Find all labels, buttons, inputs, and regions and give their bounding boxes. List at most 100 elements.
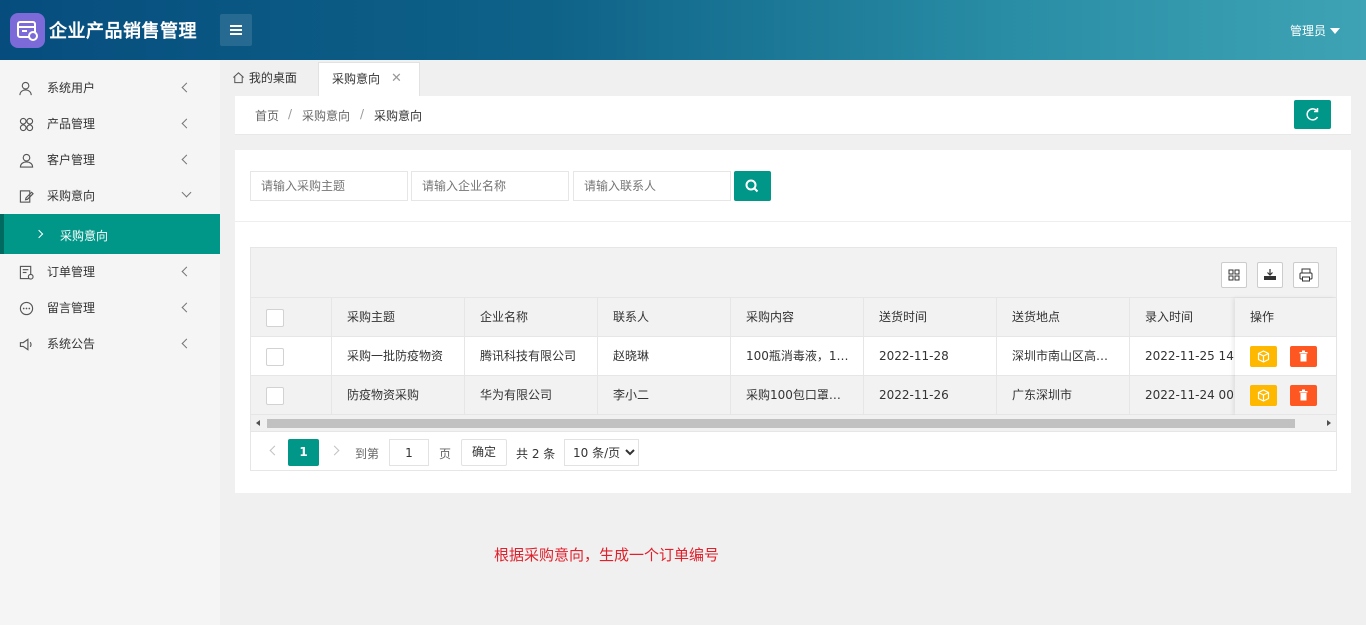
menu-toggle-button[interactable] [220, 14, 252, 46]
table-header: 采购主题 企业名称 联系人 采购内容 送货时间 送货地点 录入时间 [251, 298, 1336, 337]
caret-down-icon [1330, 28, 1340, 34]
row-checkbox[interactable] [266, 387, 284, 405]
prev-page-icon[interactable] [269, 445, 280, 456]
user-name: 管理员 [1289, 24, 1326, 38]
breadcrumb-separator: / [360, 107, 365, 121]
chevron-left-icon [181, 302, 192, 313]
scroll-thumb[interactable] [267, 419, 1295, 428]
table-cell: 采购100包口罩… [731, 376, 864, 414]
hamburger-icon [230, 25, 242, 27]
table-cell: 赵晓琳 [598, 337, 731, 375]
row-checkbox[interactable] [266, 348, 284, 366]
sidebar-item-messages[interactable]: 留言管理 [0, 290, 220, 326]
column-header-ops: 操作 [1235, 298, 1336, 337]
print-button[interactable] [1293, 262, 1319, 288]
pagination: 1 到第 页 确定 共 2 条 10 条/页 [251, 433, 1336, 471]
app-title: 企业产品销售管理 [49, 21, 197, 42]
delete-button[interactable] [1290, 346, 1317, 367]
sidebar-item-users[interactable]: 系统用户 [0, 70, 220, 106]
top-header: 企业产品销售管理 管理员 [0, 0, 1366, 60]
search-icon [745, 179, 759, 193]
chevron-left-icon [181, 266, 192, 277]
select-all-checkbox[interactable] [266, 309, 284, 327]
sidebar-item-announcements[interactable]: 系统公告 [0, 326, 220, 362]
customer-icon [19, 153, 34, 168]
chevron-down-icon [181, 187, 192, 198]
print-icon [1299, 268, 1313, 282]
user-menu[interactable]: 管理员 [1290, 22, 1340, 39]
tab-purchase-intent[interactable]: 采购意向 ✕ [318, 62, 420, 96]
refresh-button[interactable] [1294, 100, 1331, 129]
table-row[interactable]: 采购一批防疫物资 腾讯科技有限公司 赵晓琳 100瓶消毒液，1… 2022-11… [251, 337, 1336, 376]
column-header[interactable]: 采购内容 [731, 298, 864, 336]
table-cell: 华为有限公司 [465, 376, 598, 414]
data-table: 采购主题 企业名称 联系人 采购内容 送货时间 送货地点 录入时间 采购一批防疫… [250, 247, 1337, 471]
scroll-left-icon[interactable] [256, 420, 260, 426]
table-cell: 防疫物资采购 [332, 376, 465, 414]
export-button[interactable] [1257, 262, 1283, 288]
app-logo-icon [10, 13, 45, 48]
table-row[interactable]: 防疫物资采购 华为有限公司 李小二 采购100包口罩… 2022-11-26 广… [251, 376, 1336, 415]
current-page-button[interactable]: 1 [288, 439, 319, 466]
horizontal-scrollbar[interactable] [251, 415, 1336, 432]
order-icon [19, 265, 34, 280]
subject-search-input[interactable] [250, 171, 408, 201]
page-unit-label: 页 [439, 447, 452, 461]
breadcrumb-current: 采购意向 [374, 109, 423, 123]
generate-order-button[interactable] [1250, 385, 1277, 406]
chevron-left-icon [181, 118, 192, 129]
column-header[interactable]: 企业名称 [465, 298, 598, 336]
grid-icon [1228, 269, 1240, 281]
tab-bar: 我的桌面 采购意向 ✕ [220, 60, 1366, 96]
cube-icon [1257, 350, 1270, 363]
chevron-left-icon [181, 82, 192, 93]
column-header[interactable]: 采购主题 [332, 298, 465, 336]
total-count: 共 2 条 [516, 447, 556, 461]
divider [235, 221, 1351, 222]
confirm-goto-button[interactable]: 确定 [461, 439, 507, 466]
columns-filter-button[interactable] [1221, 262, 1247, 288]
sidebar-item-customers[interactable]: 客户管理 [0, 142, 220, 178]
product-icon [19, 117, 34, 132]
table-toolbar [251, 248, 1336, 298]
column-header[interactable]: 联系人 [598, 298, 731, 336]
user-icon [19, 81, 32, 96]
breadcrumb-bar: 首页 / 采购意向 / 采购意向 [235, 96, 1351, 135]
operations-column: 操作 [1235, 298, 1336, 415]
home-icon [233, 72, 244, 84]
close-icon[interactable]: ✕ [391, 63, 402, 95]
message-icon [19, 301, 34, 316]
chevron-left-icon [181, 338, 192, 349]
refresh-icon [1306, 108, 1319, 121]
company-search-input[interactable] [411, 171, 569, 201]
goto-page-input[interactable] [389, 439, 429, 466]
breadcrumb-separator: / [288, 107, 293, 121]
column-header[interactable]: 送货地点 [997, 298, 1130, 336]
export-icon [1264, 269, 1276, 280]
sidebar: 系统用户 产品管理 客户管理 采购意向 采购意向 订单管理 留言管理 系统公告 [0, 60, 220, 625]
table-cell: 2022-11-28 [864, 337, 997, 375]
column-header[interactable]: 送货时间 [864, 298, 997, 336]
sidebar-item-orders[interactable]: 订单管理 [0, 254, 220, 290]
page-size-select[interactable]: 10 条/页 [564, 439, 639, 466]
generate-order-button[interactable] [1250, 346, 1277, 367]
breadcrumb-section[interactable]: 采购意向 [302, 107, 350, 124]
sidebar-item-products[interactable]: 产品管理 [0, 106, 220, 142]
chevron-left-icon [181, 154, 192, 165]
sidebar-item-purchase[interactable]: 采购意向 [0, 178, 220, 214]
table-cell: 广东深圳市 [997, 376, 1130, 414]
table-cell: 深圳市南山区高… [997, 337, 1130, 375]
search-button[interactable] [734, 171, 771, 201]
next-page-icon[interactable] [329, 445, 340, 456]
scroll-right-icon[interactable] [1327, 420, 1331, 426]
main-card: 采购主题 企业名称 联系人 采购内容 送货时间 送货地点 录入时间 采购一批防疫… [235, 150, 1351, 493]
chevron-right-icon [34, 229, 44, 239]
trash-icon [1299, 350, 1308, 362]
table-cell: 腾讯科技有限公司 [465, 337, 598, 375]
breadcrumb-home[interactable]: 首页 [255, 107, 279, 124]
delete-button[interactable] [1290, 385, 1317, 406]
table-cell: 采购一批防疫物资 [332, 337, 465, 375]
sidebar-subitem-purchase-intent[interactable]: 采购意向 [0, 214, 220, 254]
contact-search-input[interactable] [573, 171, 731, 201]
tab-my-desktop[interactable]: 我的桌面 [232, 62, 297, 96]
